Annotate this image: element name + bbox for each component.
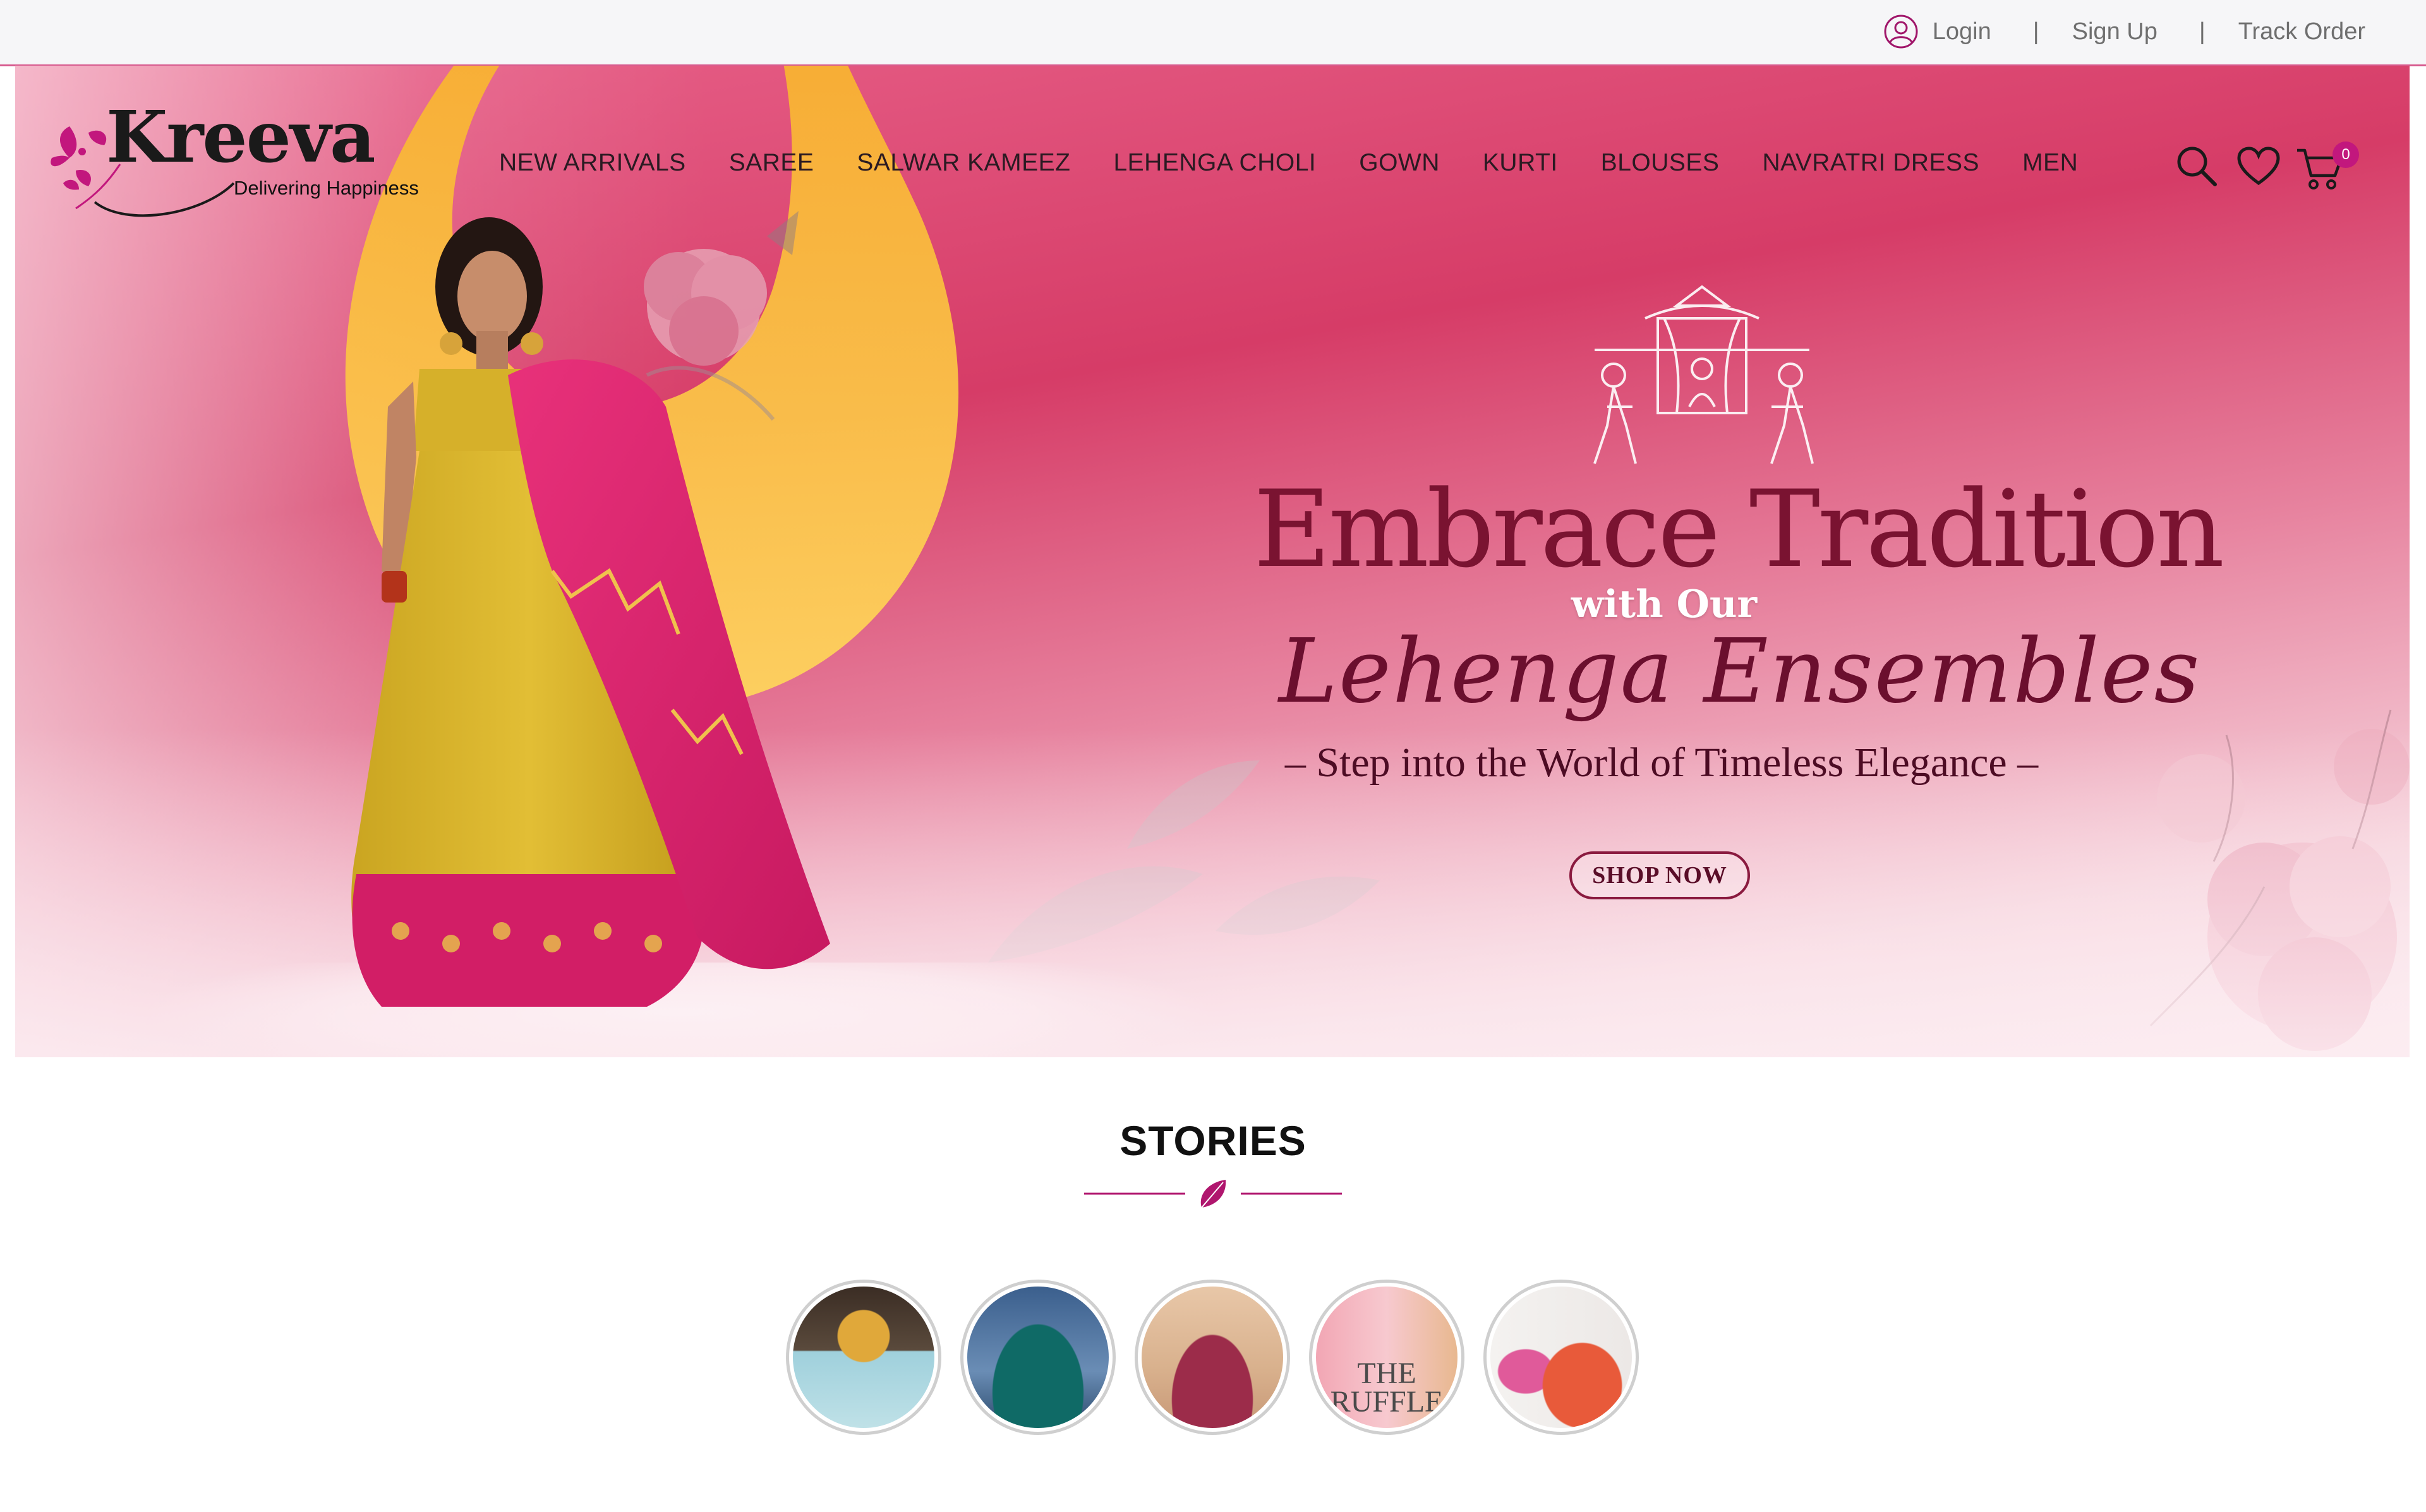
hero-text-block: Embrace Tradition with Our Lehenga Ensem…: [1253, 280, 2224, 723]
story-1-thumbnail: [793, 1287, 934, 1428]
story-4-thumbnail: THE RUFFLE: [1316, 1287, 1457, 1428]
track-order-label: Track Order: [2238, 18, 2365, 45]
signup-label: Sign Up: [2072, 18, 2157, 45]
top-utility-bar: Login | Sign Up | Track Order: [0, 0, 2426, 66]
story-5-thumbnail: [1490, 1287, 1632, 1428]
leaf-divider-icon: [1084, 1180, 1342, 1208]
story-1[interactable]: [786, 1280, 941, 1435]
user-icon: [1884, 15, 1918, 49]
story-2[interactable]: [960, 1280, 1116, 1435]
signup-link[interactable]: Sign Up: [2072, 18, 2157, 45]
account-links: Login | Sign Up | Track Order: [1883, 13, 2365, 51]
nav-item-blouses[interactable]: BLOUSES: [1601, 149, 1720, 177]
nav-item-men[interactable]: MEN: [2022, 149, 2078, 177]
hero-tagline: – Step into the World of Timeless Elegan…: [1284, 740, 2039, 786]
main-navigation: NEW ARRIVALS SAREE SALWAR KAMEEZ LEHENGA…: [499, 149, 2078, 177]
hero-headline: Embrace Tradition: [1253, 467, 2224, 591]
separator: |: [2199, 18, 2206, 45]
separator: |: [2032, 18, 2039, 45]
heart-icon[interactable]: [2236, 147, 2281, 187]
brand-logo[interactable]: Kreeva Delivering Happiness: [51, 102, 442, 227]
login-label: Login: [1932, 18, 1991, 45]
model-lehenga-image: [351, 217, 830, 1007]
story-4-caption: THE RUFFLE: [1330, 1356, 1444, 1419]
search-icon[interactable]: [2175, 144, 2219, 188]
shop-now-button[interactable]: SHOP NOW: [1569, 851, 1750, 899]
story-2-thumbnail: [967, 1287, 1109, 1428]
story-5[interactable]: [1483, 1280, 1639, 1435]
story-3[interactable]: [1135, 1280, 1290, 1435]
login-link[interactable]: Login: [1883, 14, 1991, 49]
story-3-thumbnail: [1142, 1287, 1283, 1428]
track-order-link[interactable]: Track Order: [2238, 18, 2365, 45]
stories-row: THE RUFFLE: [786, 1280, 1639, 1435]
nav-item-saree[interactable]: SAREE: [729, 149, 814, 177]
palanquin-illustration: [1593, 285, 1814, 464]
nav-item-kurti[interactable]: KURTI: [1483, 149, 1558, 177]
brand-name: Kreeva: [106, 96, 376, 179]
nav-item-gown[interactable]: GOWN: [1359, 149, 1440, 177]
hero-script-line: Lehenga Ensembles: [1279, 620, 2201, 723]
nav-item-new-arrivals[interactable]: NEW ARRIVALS: [499, 149, 686, 177]
brand-tagline: Delivering Happiness: [234, 177, 419, 199]
nav-item-salwar-kameez[interactable]: SALWAR KAMEEZ: [857, 149, 1070, 177]
cart-count-badge: 0: [2332, 141, 2359, 168]
stories-heading: STORIES: [1119, 1117, 1307, 1164]
nav-item-navratri-dress[interactable]: NAVRATRI DRESS: [1762, 149, 1979, 177]
nav-item-lehenga-choli[interactable]: LEHENGA CHOLI: [1113, 149, 1316, 177]
story-4[interactable]: THE RUFFLE: [1309, 1280, 1464, 1435]
